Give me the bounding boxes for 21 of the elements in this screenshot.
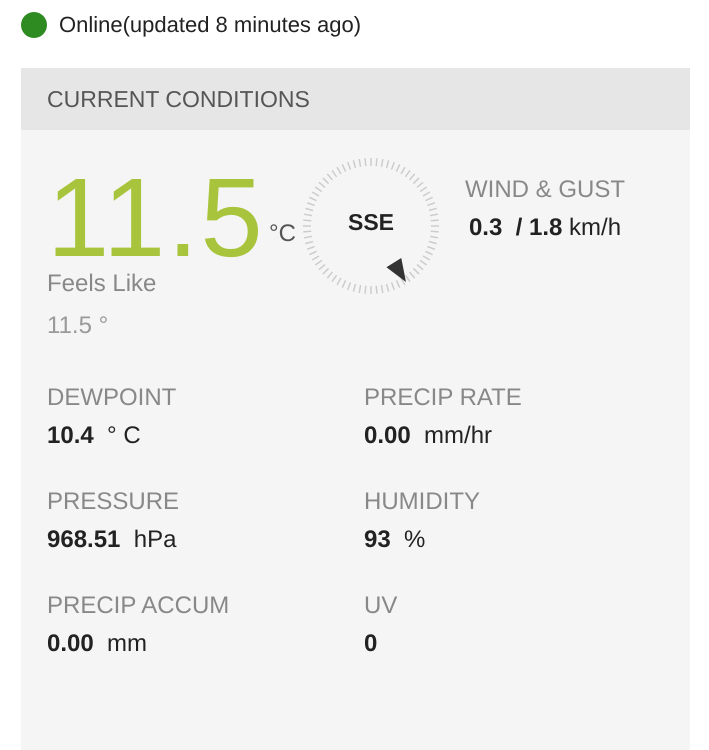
metric-value: 0 [364,630,378,658]
metric-label: DEWPOINT [47,384,178,412]
metric-value: 0.00 mm/hr [364,422,494,450]
metric-label: UV [364,592,398,620]
card-title: CURRENT CONDITIONS [47,86,310,112]
wind-direction: SSE [346,209,396,236]
metric-value: 93 % [364,526,426,554]
metric-value: 968.51 hPa [47,526,178,554]
metric-value: 0.00 mm [47,630,148,658]
feels-like-value: 11.5 ° [47,312,110,340]
temperature-value: 11.5 [47,170,266,266]
feels-like-label: Feels Like [47,270,158,298]
metric-label: PRECIP ACCUM [47,592,230,620]
wind-label: WIND & GUST [465,176,625,204]
temperature-unit: °C [269,220,297,248]
metric-label: PRESSURE [47,488,180,516]
metric-label: PRECIP RATE [364,384,523,412]
wind-value: 0.3 / 1.8 km/h [468,214,622,242]
metric-value: 10.4 ° C [47,422,142,450]
metric-label: HUMIDITY [364,488,481,516]
status-text: Online(updated 8 minutes ago) [59,12,362,38]
